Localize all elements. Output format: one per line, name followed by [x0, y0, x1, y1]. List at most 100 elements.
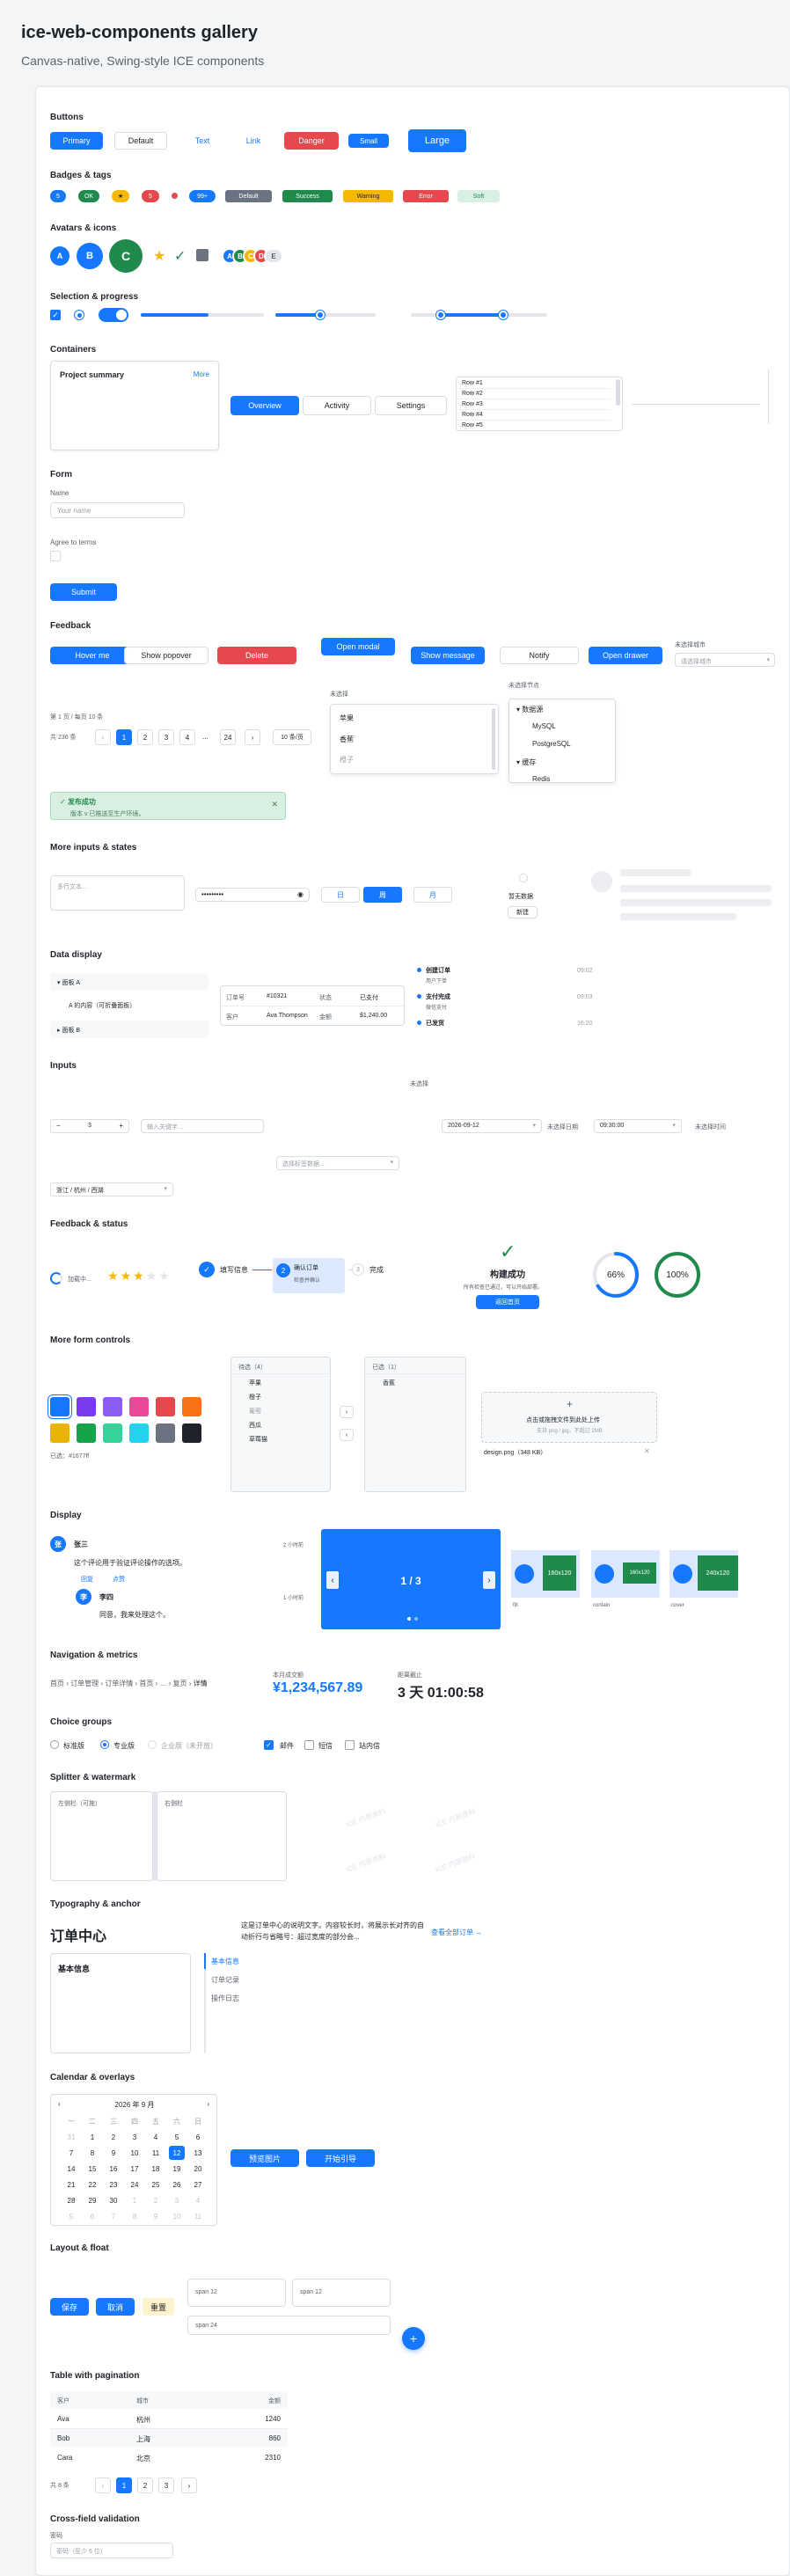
breadcrumb-item[interactable]: 首页: [139, 1680, 153, 1687]
password-field[interactable]: 密码（至少 6 位）: [50, 2543, 173, 2558]
open-modal-button[interactable]: Open modal: [321, 638, 395, 655]
number-stepper[interactable]: − 3 +: [50, 1119, 129, 1133]
collapse-panel-b[interactable]: ▸ 面板 B: [50, 1021, 208, 1038]
check-sms[interactable]: [304, 1740, 314, 1750]
segment-month[interactable]: 月: [413, 887, 452, 903]
calendar-day[interactable]: 6: [190, 2130, 206, 2144]
breadcrumb-item[interactable]: 复页: [173, 1680, 187, 1687]
calendar-day[interactable]: 19: [169, 2162, 185, 2176]
reset-button[interactable]: 重置: [143, 2298, 174, 2316]
eye-icon[interactable]: ◉: [297, 890, 304, 898]
password-input[interactable]: ••••••••• ◉: [195, 888, 310, 902]
float-add-button[interactable]: +: [402, 2327, 425, 2350]
calendar-day[interactable]: 23: [106, 2177, 121, 2192]
table-pager-page-2[interactable]: 2: [137, 2477, 153, 2493]
calendar-day[interactable]: 28: [63, 2193, 79, 2207]
small-button[interactable]: Small: [348, 134, 389, 148]
transfer-item[interactable]: 西瓜: [249, 1421, 261, 1430]
calendar-day[interactable]: 5: [63, 2209, 79, 2223]
calendar-day[interactable]: 25: [148, 2177, 164, 2192]
search-input[interactable]: 输入关键字…: [141, 1119, 264, 1133]
tab-settings[interactable]: Settings: [375, 396, 447, 415]
carousel[interactable]: ‹ 1 / 3 ›: [321, 1529, 501, 1629]
close-icon[interactable]: ✕: [271, 800, 278, 809]
calendar-day[interactable]: 2: [148, 2193, 164, 2207]
select-option[interactable]: 苹果: [340, 714, 354, 723]
table-pager-next[interactable]: ›: [181, 2477, 197, 2493]
delete-button[interactable]: Delete: [217, 647, 296, 664]
pager-page-1[interactable]: 1: [116, 729, 132, 745]
danger-button[interactable]: Danger: [284, 132, 339, 150]
calendar-day[interactable]: 11: [148, 2146, 164, 2160]
link-button[interactable]: Link: [227, 132, 280, 150]
tree-node[interactable]: PostgreSQL: [532, 740, 571, 748]
radio-selected[interactable]: [74, 310, 84, 320]
rating-star-icon[interactable]: ★: [158, 1269, 172, 1283]
cancel-button[interactable]: 取消: [96, 2298, 135, 2316]
calendar-day[interactable]: 27: [190, 2177, 206, 2192]
tree-node[interactable]: ▾ 数据源: [516, 705, 543, 714]
calendar-day[interactable]: 1: [84, 2130, 100, 2144]
save-button[interactable]: 保存: [50, 2298, 89, 2316]
checkbox-checked[interactable]: ✓: [50, 310, 61, 320]
calendar-day[interactable]: 8: [84, 2146, 100, 2160]
calendar-day[interactable]: 3: [169, 2193, 185, 2207]
calendar-day[interactable]: 7: [106, 2209, 121, 2223]
transfer-item[interactable]: 香蕉: [383, 1379, 395, 1387]
color-swatch[interactable]: [103, 1397, 122, 1416]
view-all-link[interactable]: 查看全部订单 →: [431, 1928, 482, 1937]
color-swatch[interactable]: [129, 1423, 149, 1443]
preview-image-button[interactable]: 预览图片: [230, 2149, 299, 2167]
range-slider-track[interactable]: [411, 311, 547, 319]
tree-select[interactable]: ▾ 数据源 MySQL PostgreSQL ▾ 缓存 Redis: [508, 699, 616, 783]
color-swatch[interactable]: [103, 1423, 122, 1443]
multi-select[interactable]: 选择标签数据... ▾: [276, 1156, 399, 1170]
breadcrumb-item[interactable]: 详情: [194, 1680, 208, 1687]
anchor-link-records[interactable]: 订单记录: [211, 1975, 239, 1985]
calendar-day[interactable]: 26: [169, 2177, 185, 2192]
transfer-left-button[interactable]: ‹: [340, 1429, 354, 1441]
star-rating[interactable]: ★★★★★: [107, 1269, 172, 1284]
calendar-day[interactable]: 9: [148, 2209, 164, 2223]
pager-next[interactable]: ›: [245, 729, 260, 745]
calendar-day[interactable]: 24: [127, 2177, 143, 2192]
calendar-day[interactable]: 3: [127, 2130, 143, 2144]
select-option[interactable]: 橙子: [340, 755, 354, 765]
transfer-item[interactable]: 橙子: [249, 1393, 261, 1401]
color-swatch[interactable]: [156, 1423, 175, 1443]
calendar-day[interactable]: 8: [127, 2209, 143, 2223]
rating-star-icon[interactable]: ★: [121, 1269, 134, 1283]
calendar-day[interactable]: 30: [106, 2193, 121, 2207]
popover-button[interactable]: Show popover: [124, 647, 208, 664]
calendar-day[interactable]: 11: [190, 2209, 206, 2223]
time-picker[interactable]: 09:30:00 ▾: [594, 1119, 682, 1133]
toggle-switch[interactable]: [99, 308, 128, 322]
calendar-day[interactable]: 12: [169, 2146, 185, 2160]
hover-button[interactable]: Hover me: [50, 647, 135, 664]
check-email[interactable]: ✓: [264, 1740, 274, 1750]
color-swatch[interactable]: [182, 1423, 201, 1443]
pager-page-24[interactable]: 24: [220, 729, 236, 745]
scrollbar-thumb[interactable]: [616, 379, 620, 406]
calendar-day[interactable]: 1: [127, 2193, 143, 2207]
upload-dropzone[interactable]: + 点击或拖拽文件到此处上传 支持 png / jpg，不超过 2MB: [481, 1392, 657, 1443]
rating-star-icon[interactable]: ★: [146, 1269, 159, 1283]
carousel-dot[interactable]: [407, 1617, 411, 1621]
calendar-day[interactable]: 10: [127, 2146, 143, 2160]
show-message-button[interactable]: Show message: [411, 647, 485, 664]
notify-button[interactable]: Notify: [500, 647, 579, 664]
color-swatch[interactable]: [77, 1397, 96, 1416]
rating-star-icon[interactable]: ★: [133, 1269, 146, 1283]
segment-week[interactable]: 周: [363, 887, 402, 903]
calendar-day[interactable]: 29: [84, 2193, 100, 2207]
primary-button[interactable]: Primary: [50, 132, 103, 150]
plus-icon[interactable]: +: [119, 1122, 123, 1130]
calendar-day[interactable]: 16: [106, 2162, 121, 2176]
tab-overview[interactable]: Overview: [230, 396, 299, 415]
pager-prev[interactable]: ‹: [95, 729, 111, 745]
start-tour-button[interactable]: 开始引导: [306, 2149, 375, 2167]
calendar-day[interactable]: 20: [190, 2162, 206, 2176]
calendar-day[interactable]: 6: [84, 2209, 100, 2223]
agree-checkbox[interactable]: [50, 551, 61, 561]
carousel-dot[interactable]: [414, 1617, 418, 1621]
